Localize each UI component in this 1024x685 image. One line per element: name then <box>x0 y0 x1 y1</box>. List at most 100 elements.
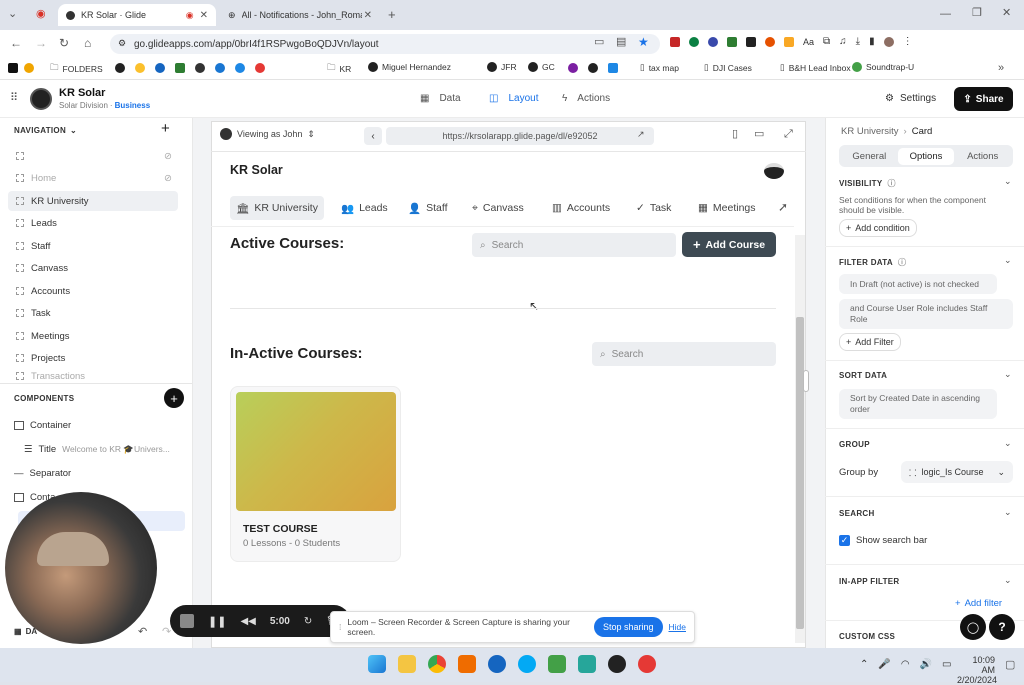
preview-url-bar[interactable]: https://krsolarapp.glide.page/dl/e92052 <box>386 127 654 145</box>
app-icon[interactable] <box>548 655 566 673</box>
eye-off-icon[interactable]: ⊘ <box>164 173 172 184</box>
preview-tab-leads[interactable]: 👥 Leads <box>335 196 394 220</box>
chevron-down-icon[interactable]: ⌄ <box>1004 575 1012 586</box>
settings-button[interactable]: ⚙ Settings <box>885 93 936 104</box>
preview-tab-accounts[interactable]: ▥ Accounts <box>546 196 616 220</box>
show-search-bar-checkbox[interactable]: ✓ Show search bar <box>839 535 927 546</box>
stop-sharing-button[interactable]: Stop sharing <box>593 617 663 637</box>
restart-icon[interactable]: ↻ <box>304 616 312 627</box>
bookmark-star-icon[interactable]: ★ <box>638 36 649 48</box>
tab-kr-solar[interactable]: KR Solar · Glide ◉ ✕ <box>58 4 216 26</box>
bookmark-favicon-icon[interactable] <box>135 63 145 73</box>
drag-handle-icon[interactable] <box>16 174 24 182</box>
rewind-icon[interactable]: ◀◀ <box>240 616 255 627</box>
nav-item-leads[interactable]: Leads <box>8 213 178 233</box>
tab-options[interactable]: Options <box>897 147 955 165</box>
volume-icon[interactable]: 🔊 <box>920 659 932 670</box>
add-filter-button[interactable]: + Add Filter <box>839 333 901 351</box>
chevron-down-icon[interactable]: ⌄ <box>1004 438 1012 449</box>
bookmark-favicon-icon[interactable] <box>155 63 165 73</box>
tab-notifications[interactable]: ⊕ All - Notifications - John_Roma ✕ <box>220 4 380 26</box>
bookmark-favicon-icon[interactable] <box>8 63 18 73</box>
mode-actions[interactable]: ϟ Actions <box>562 93 610 104</box>
translate-icon[interactable]: Aa <box>803 37 814 47</box>
nav-item-transactions[interactable]: Transactions <box>8 370 178 382</box>
camera-icon[interactable]: ▭ <box>594 37 604 48</box>
add-condition-button[interactable]: + Add condition <box>839 219 917 237</box>
preview-tab-task[interactable]: ✓ Task <box>630 196 677 220</box>
bookmark-favicon-icon[interactable] <box>24 63 34 73</box>
hide-button[interactable]: Hide <box>669 622 686 632</box>
active-search-input[interactable]: ⌕ Search <box>472 233 676 257</box>
preview-scrollbar[interactable] <box>795 235 805 643</box>
component-separator[interactable]: — Separator <box>14 468 71 479</box>
bookmark-favicon-icon[interactable] <box>588 63 598 73</box>
more-tabs-icon[interactable]: ➚ <box>778 201 788 213</box>
extension-icon[interactable] <box>670 36 680 47</box>
add-component-button[interactable]: + <box>164 388 184 408</box>
drag-handle-icon[interactable] <box>16 309 24 317</box>
chat-bubble-icon[interactable]: ◯ <box>960 614 986 640</box>
close-tab-icon[interactable]: ✕ <box>200 10 208 21</box>
metamask-icon[interactable] <box>765 36 775 47</box>
bookmark-favicon-icon[interactable] <box>568 63 578 73</box>
chevron-down-icon[interactable]: ⌄ <box>1004 176 1012 187</box>
drag-handle-icon[interactable] <box>16 354 24 362</box>
tab-actions[interactable]: Actions <box>954 151 1011 162</box>
extension-icon[interactable] <box>727 36 737 47</box>
bookmark-favicon-icon[interactable] <box>608 63 618 73</box>
restore-icon[interactable]: ❐ <box>972 8 982 19</box>
bookmark-soundtrap[interactable]: Soundtrap-U <box>852 62 914 72</box>
pause-icon[interactable]: ❚❚ <box>208 615 226 628</box>
inactive-search-input[interactable]: ⌕ Search <box>592 342 776 366</box>
drag-handle-icon[interactable] <box>16 242 24 250</box>
preview-tab-kr-university[interactable]: 🏛 KR University <box>230 196 324 220</box>
clock[interactable]: 10:09 AM 2/20/2024 <box>957 655 997 685</box>
chevron-up-icon[interactable]: ⌃ <box>860 659 868 670</box>
extension-icon[interactable] <box>708 36 718 47</box>
nav-item-canvass[interactable]: Canvass <box>8 258 178 278</box>
bookmark-dji[interactable]: ▯ DJI Cases <box>704 62 752 73</box>
bookmark-favicon-icon[interactable] <box>115 63 125 73</box>
share-button[interactable]: ⇪ Share <box>954 87 1013 111</box>
forward-icon[interactable]: → <box>35 37 47 49</box>
notification-icon[interactable]: ▢ <box>1005 660 1015 671</box>
nav-item-home[interactable]: Home ⊘ <box>8 168 178 188</box>
more-bookmarks-icon[interactable]: » <box>998 63 1004 74</box>
undo-icon[interactable]: ↶ <box>138 627 147 638</box>
nav-item-kr-university[interactable]: KR University <box>8 191 178 211</box>
new-tab-icon[interactable]: + <box>388 8 396 21</box>
tablet-view-icon[interactable]: ▭ <box>754 129 764 140</box>
drag-handle-icon[interactable] <box>16 287 24 295</box>
media-icon[interactable]: ♫ <box>839 36 847 47</box>
component-container[interactable]: Container <box>14 420 71 431</box>
preview-tab-meetings[interactable]: ▦ Meetings <box>692 196 762 220</box>
extension-icon[interactable] <box>784 36 794 47</box>
snipping-icon[interactable] <box>458 655 476 673</box>
stop-recording-icon[interactable] <box>180 614 194 628</box>
preview-tab-staff[interactable]: 👤 Staff <box>402 196 453 220</box>
drag-handle-icon[interactable] <box>16 264 24 272</box>
bookmark-tax-map[interactable]: ▯ tax map <box>640 62 679 73</box>
app-logo[interactable] <box>30 88 52 110</box>
add-in-app-filter-button[interactable]: + Add filter <box>955 598 1002 609</box>
minimize-icon[interactable]: — <box>940 9 951 20</box>
sort-value[interactable]: Sort by Created Date in ascending order <box>839 389 997 419</box>
phone-view-icon[interactable]: ▯ <box>732 129 738 140</box>
search-header[interactable]: SEARCH <box>839 509 875 518</box>
resize-handle[interactable] <box>803 370 809 392</box>
home-icon[interactable]: ⌂ <box>84 37 91 49</box>
app-icon[interactable] <box>518 655 536 673</box>
bookmark-miguel[interactable]: Miguel Hernandez <box>368 62 451 72</box>
menu-dots-icon[interactable]: ⋮ <box>903 36 913 47</box>
visibility-header[interactable]: VISIBILITY ⓘ <box>839 178 896 189</box>
bookmark-jfr[interactable]: JFR <box>487 62 517 72</box>
in-app-filter-header[interactable]: IN-APP FILTER <box>839 577 900 586</box>
eye-off-icon[interactable]: ⊘ <box>164 151 172 162</box>
url-bar[interactable]: ⚙ go.glideapps.com/app/0brI4f1RSPwgoBoQD… <box>110 34 660 54</box>
filter-condition-2[interactable]: and Course User Role includes Staff Role <box>839 299 1013 329</box>
chevron-down-icon[interactable]: ⌄ <box>1004 255 1012 266</box>
group-header[interactable]: GROUP <box>839 440 870 449</box>
app-icon[interactable] <box>638 655 656 673</box>
chevron-down-icon[interactable]: ⌄ <box>1004 507 1012 518</box>
